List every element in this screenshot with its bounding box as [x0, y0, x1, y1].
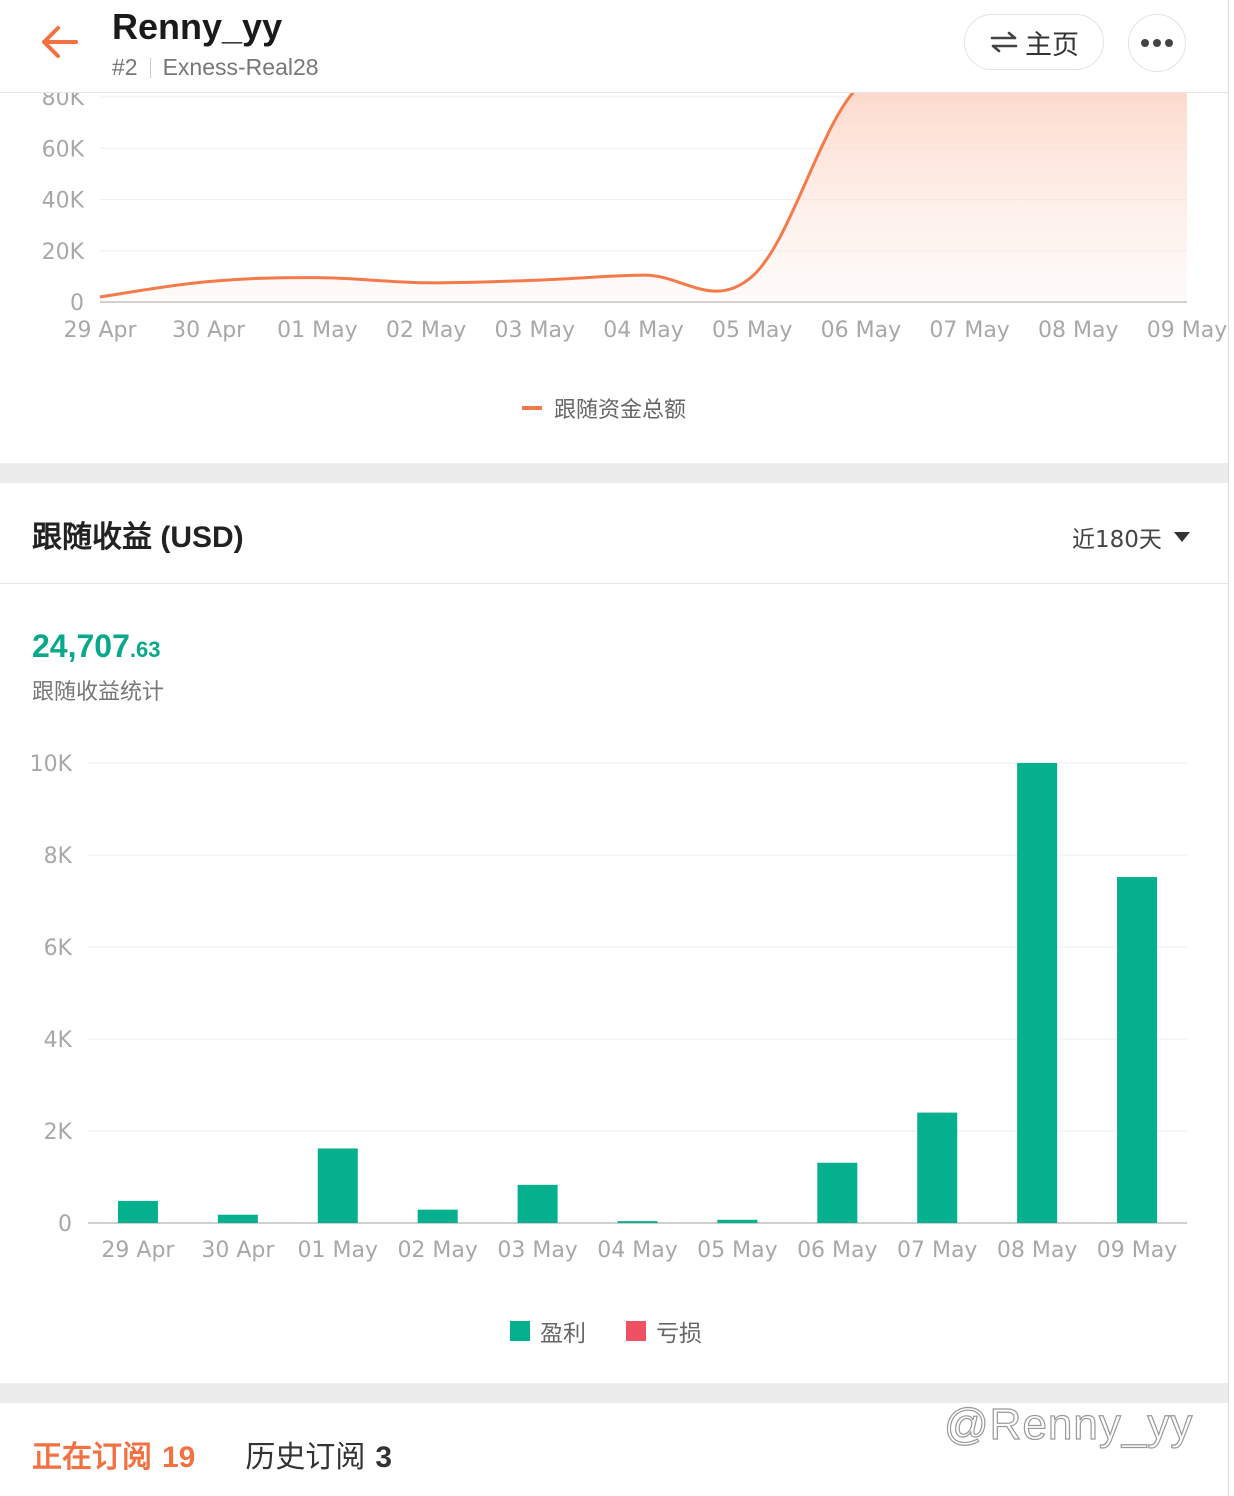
server-name: Exness-Real28 — [162, 54, 319, 80]
funds-ytick-label: 60K — [42, 137, 85, 162]
funds-xtick-label: 05 May — [712, 318, 792, 343]
profit-bar[interactable] — [117, 1200, 158, 1223]
trader-name: Renny_yy — [112, 6, 283, 47]
funds-xtick-label: 03 May — [495, 318, 575, 343]
funds-xtick-label: 29 Apr — [63, 318, 137, 343]
watermark: @Renny_yy — [943, 1399, 1194, 1449]
total-profit-dec: .63 — [129, 637, 161, 662]
total-profit: 24,707.63 — [32, 628, 160, 665]
legend-loss[interactable]: 亏损 — [626, 1314, 702, 1348]
caret-down-icon — [1173, 532, 1190, 542]
profit-ytick-label: 0 — [58, 1212, 72, 1237]
home-button[interactable]: 主页 — [964, 14, 1104, 70]
funds-xtick-label: 08 May — [1038, 318, 1118, 343]
funds-xtick-label: 09 May — [1147, 318, 1227, 343]
profit-swatch — [510, 1321, 530, 1341]
funds-ytick-label: 20K — [42, 240, 85, 265]
profit-xtick-label: 06 May — [797, 1238, 877, 1263]
profit-bar[interactable] — [717, 1219, 758, 1223]
subscription-tabs: 正在订阅 19 历史订阅 3 — [32, 1432, 442, 1476]
profit-bar[interactable] — [217, 1214, 258, 1223]
profit-ytick-label: 2K — [44, 1120, 73, 1145]
profit-ytick-label: 8K — [44, 844, 73, 869]
profit-bar[interactable] — [1017, 763, 1058, 1223]
tab-count: 19 — [162, 1441, 196, 1474]
tab-label: 历史订阅 — [245, 1440, 366, 1475]
profit-bar[interactable] — [417, 1209, 458, 1223]
swap-icon — [990, 31, 1018, 53]
funds-ytick-label: 0 — [70, 291, 84, 316]
loss-swatch — [626, 1321, 646, 1341]
profit-ytick-label: 4K — [44, 1028, 73, 1053]
range-dropdown[interactable]: 近180天 — [1072, 520, 1190, 554]
total-profit-label: 跟随收益统计 — [32, 680, 165, 705]
top-bar: Renny_yy #2 Exness-Real28 主页 — [0, 0, 1228, 93]
profit-bar[interactable] — [1117, 877, 1158, 1223]
frame-edge — [1228, 0, 1229, 1496]
funds-legend-swatch — [522, 406, 542, 410]
profit-legend: 盈利 亏损 — [510, 1314, 742, 1348]
legend-profit-label: 盈利 — [540, 1321, 586, 1347]
profit-xtick-label: 30 Apr — [201, 1238, 275, 1263]
profit-bar[interactable] — [517, 1184, 558, 1223]
home-label: 主页 — [1025, 29, 1079, 61]
funds-ytick-label: 40K — [42, 189, 85, 214]
profit-xtick-label: 02 May — [397, 1238, 477, 1263]
profit-xtick-label: 01 May — [298, 1238, 378, 1263]
profit-ytick-label: 6K — [44, 936, 73, 961]
funds-xtick-label: 07 May — [929, 318, 1009, 343]
funds-area — [100, 93, 1187, 302]
profit-bar[interactable] — [617, 1221, 658, 1223]
profit-section-title: 跟随收益 (USD) — [32, 521, 244, 554]
tab-history-subscriptions[interactable]: 历史订阅 3 — [245, 1432, 392, 1476]
total-profit-int: 24,707 — [32, 628, 130, 664]
separator — [149, 57, 151, 78]
profit-bar[interactable] — [817, 1162, 858, 1223]
account-info: #2 Exness-Real28 — [112, 54, 319, 81]
funds-xtick-label: 01 May — [277, 318, 357, 343]
section-divider — [0, 463, 1228, 483]
legend-profit[interactable]: 盈利 — [510, 1314, 586, 1348]
page: Renny_yy #2 Exness-Real28 主页 0 20K 40K 6… — [0, 0, 1228, 1496]
profit-xtick-label: 03 May — [497, 1238, 577, 1263]
profit-xtick-label: 05 May — [697, 1238, 777, 1263]
back-button[interactable] — [36, 20, 86, 64]
section-line — [0, 583, 1228, 584]
tab-label: 正在订阅 — [32, 1440, 152, 1475]
profit-xtick-label: 09 May — [1097, 1238, 1177, 1263]
funds-xtick-label: 02 May — [386, 318, 466, 343]
profit-bar-chart: 0 2K 4K 6K 8K 10K 29 Apr 30 Apr 01 May 02 May 03 … — [30, 752, 1187, 1263]
funds-xtick-label: 30 Apr — [172, 318, 246, 343]
profit-xtick-label: 04 May — [597, 1238, 677, 1263]
profit-xtick-label: 08 May — [997, 1238, 1077, 1263]
funds-legend-label: 跟随资金总额 — [554, 398, 687, 423]
tab-current-subscriptions[interactable]: 正在订阅 19 — [32, 1432, 195, 1476]
more-button[interactable] — [1128, 14, 1186, 72]
profit-xtick-label: 29 Apr — [101, 1238, 175, 1263]
funds-xtick-label: 04 May — [603, 318, 683, 343]
tab-count: 3 — [375, 1441, 393, 1474]
range-label: 近180天 — [1072, 527, 1162, 553]
funds-legend: 跟随资金总额 — [522, 392, 686, 424]
funds-xtick-label: 06 May — [821, 318, 901, 343]
more-dots-icon — [1141, 39, 1173, 47]
profit-bar[interactable] — [317, 1148, 358, 1223]
arrow-left-icon — [42, 26, 78, 58]
profit-xtick-label: 07 May — [897, 1238, 977, 1263]
legend-loss-label: 亏损 — [656, 1321, 702, 1347]
rank-badge: #2 — [112, 54, 138, 80]
profit-bar[interactable] — [917, 1112, 958, 1223]
profit-ytick-label: 10K — [30, 752, 73, 777]
